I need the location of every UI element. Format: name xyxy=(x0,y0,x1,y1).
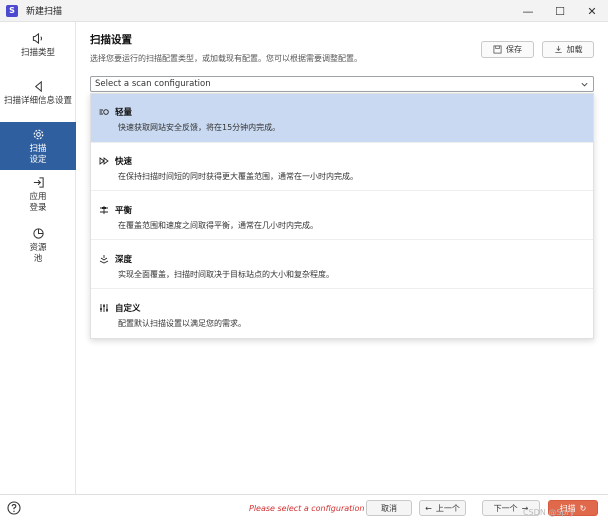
arrow-left-icon: ← xyxy=(425,503,432,513)
option-description: 配置默认扫描设置以满足您的需求。 xyxy=(118,319,246,328)
sidebar-item-scan-details[interactable]: 扫描详细信息设置 xyxy=(0,80,76,118)
sidebar-item-label: 扫描类型 xyxy=(20,48,55,58)
app-logo-icon: S xyxy=(6,4,18,17)
cancel-button[interactable]: 取消 xyxy=(366,500,412,516)
minimize-button[interactable]: — xyxy=(512,0,544,22)
configuration-dropdown: 轻量 快速获取网站安全反馈，将在15分钟内完成。 快速 在保持扫描时间短的同时获… xyxy=(90,93,594,339)
sidebar-item-label: 扫描详细信息设置 xyxy=(3,96,72,106)
sidebar: 扫描类型 扫描详细信息设置 扫描 设定 应用 登录 资源 池 xyxy=(0,22,76,494)
download-icon xyxy=(554,45,562,54)
page-title: 扫描设置 xyxy=(90,34,132,46)
save-icon xyxy=(493,45,502,54)
save-button[interactable]: 保存 xyxy=(481,41,534,58)
sidebar-item-scan-settings[interactable]: 扫描 设定 xyxy=(0,122,76,170)
option-title: 快速 xyxy=(115,157,133,167)
sidebar-item-label-line-1: 资源 xyxy=(29,243,47,253)
option-custom[interactable]: 自定义 配置默认扫描设置以满足您的需求。 xyxy=(91,290,593,338)
option-deep[interactable]: 深度 实现全面覆盖，扫描时间取决于目标站点的大小和复杂程度。 xyxy=(91,241,593,289)
page-description: 选择您要运行的扫描配置类型，或加载现有配置。您可以根据需要调整配置。 xyxy=(90,54,362,63)
load-button-label: 加载 xyxy=(566,45,583,54)
sidebar-item-label-line-1: 扫描 xyxy=(29,144,47,154)
main-panel: 扫描设置 选择您要运行的扫描配置类型，或加载现有配置。您可以根据需要调整配置。 … xyxy=(90,22,594,494)
balance-icon xyxy=(100,206,108,214)
cancel-button-label: 取消 xyxy=(381,503,397,513)
close-button[interactable]: ✕ xyxy=(576,0,608,22)
window-title: 新建扫描 xyxy=(26,7,63,17)
help-icon[interactable] xyxy=(7,501,21,515)
previous-button[interactable]: ← 上一个 xyxy=(419,500,466,516)
fast-forward-icon xyxy=(99,157,109,165)
sidebar-item-scan-type[interactable]: 扫描类型 xyxy=(0,32,76,70)
spinner-icon: ↻ xyxy=(579,503,587,513)
speaker-icon xyxy=(32,32,42,45)
option-balanced[interactable]: 平衡 在覆盖范围和速度之间取得平衡，通常在几小时内完成。 xyxy=(91,192,593,240)
scan-configuration-select[interactable]: Select a scan configuration xyxy=(90,76,594,92)
pie-chart-icon xyxy=(32,228,44,239)
sidebar-item-label-line-2: 登录 xyxy=(29,203,47,213)
option-title: 自定义 xyxy=(115,304,141,314)
sidebar-item-resource-pool[interactable]: 资源 池 xyxy=(0,227,76,271)
option-title: 深度 xyxy=(115,255,133,265)
sidebar-item-label-line-1: 应用 xyxy=(29,192,47,202)
option-title: 平衡 xyxy=(115,206,133,216)
sidebar-item-app-login[interactable]: 应用 登录 xyxy=(0,176,76,220)
sidebar-item-label-line-2: 设定 xyxy=(29,155,47,165)
load-button[interactable]: 加载 xyxy=(542,41,594,58)
play-back-icon xyxy=(34,80,42,93)
gear-icon xyxy=(33,129,43,140)
login-icon xyxy=(33,177,44,188)
save-button-label: 保存 xyxy=(506,45,522,54)
maximize-button[interactable]: ☐ xyxy=(544,0,576,22)
option-description: 快速获取网站安全反馈，将在15分钟内完成。 xyxy=(118,123,281,132)
sidebar-item-label-line-2: 池 xyxy=(33,254,43,264)
option-fast[interactable]: 快速 在保持扫描时间短的同时获得更大覆盖范围，通常在一小时内完成。 xyxy=(91,143,593,191)
window-controls: — ☐ ✕ xyxy=(512,0,608,22)
option-light[interactable]: 轻量 快速获取网站安全反馈，将在15分钟内完成。 xyxy=(91,94,593,143)
previous-button-label: 上一个 xyxy=(435,503,460,513)
deep-layers-icon xyxy=(99,255,109,264)
watermark: CSDN @Spry xyxy=(523,508,575,517)
option-description: 实现全面覆盖，扫描时间取决于目标站点的大小和复杂程度。 xyxy=(118,270,334,279)
title-bar: S 新建扫描 — ☐ ✕ xyxy=(0,0,608,22)
next-button-label: 下一个 xyxy=(493,503,518,513)
select-placeholder: Select a scan configuration xyxy=(95,79,211,89)
option-description: 在保持扫描时间短的同时获得更大覆盖范围，通常在一小时内完成。 xyxy=(118,172,358,181)
validation-error: Please select a configuration xyxy=(249,504,365,513)
option-title: 轻量 xyxy=(115,108,133,118)
light-scan-icon xyxy=(99,109,109,115)
footer-bar: Please select a configuration 取消 ← 上一个 下… xyxy=(0,494,608,525)
chevron-down-icon xyxy=(581,82,588,87)
option-description: 在覆盖范围和速度之间取得平衡，通常在几小时内完成。 xyxy=(118,221,318,230)
sliders-icon xyxy=(100,304,108,312)
